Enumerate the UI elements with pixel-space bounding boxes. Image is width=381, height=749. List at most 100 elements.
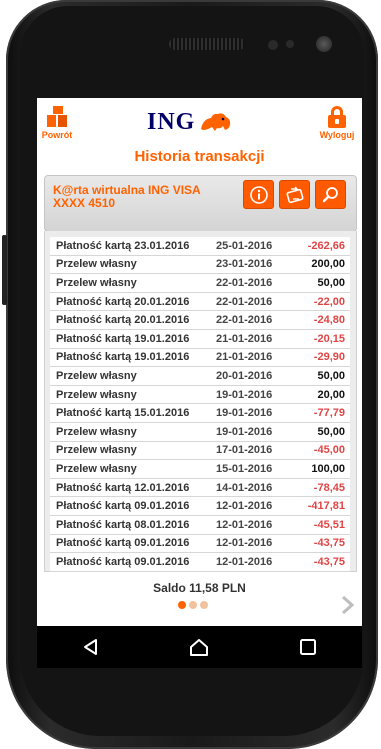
transaction-amount: -45,51 [313,518,345,531]
search-button[interactable] [315,180,346,209]
recents-square-icon [299,639,316,655]
card-name: K@rta wirtualna ING VISA XXXX 4510 [53,184,223,210]
transaction-row[interactable]: Przelew własny 15-01-2016 100,00 [50,460,350,479]
transaction-description: Przelew własny [56,444,137,457]
transaction-description: Płatność kartą 23.01.2016 [56,239,190,252]
transaction-description: Płatność kartą 09.01.2016 [56,555,190,568]
ing-logo: ING [147,108,233,136]
transaction-description: Płatność kartą 19.01.2016 [56,332,190,345]
lock-icon [327,106,347,128]
transaction-amount: 100,00 [311,462,345,475]
card-transfer-button[interactable] [279,180,310,209]
transaction-row[interactable]: Płatność kartą 20.01.2016 22-01-2016 -24,8… [50,311,350,330]
transaction-date: 21-01-2016 [216,351,273,364]
logout-label: Wyloguj [319,130,355,140]
page-dot[interactable] [189,601,197,609]
transaction-row[interactable]: Płatność kartą 19.01.2016 21-01-2016 -20,1… [50,329,350,349]
transaction-description: Płatność kartą 19.01.2016 [56,351,190,364]
page-dot[interactable] [200,601,208,609]
triangle-back-icon [84,639,98,655]
transaction-amount: -262,66 [307,239,345,252]
transaction-amount: -20,15 [313,332,345,345]
transaction-description: Płatność kartą 20.01.2016 [56,295,190,308]
home-icon [190,639,209,656]
transaction-date: 21-01-2016 [216,332,273,345]
page-dot[interactable] [178,601,186,609]
nav-back-button[interactable] [76,632,106,662]
transaction-row[interactable]: Płatność kartą 19.01.2016 21-01-2016 -29,9… [50,348,350,368]
transaction-row[interactable]: Przelew własny 19-01-2016 20,00 [50,385,350,405]
transaction-amount: -22,00 [313,295,345,308]
transactions-container[interactable]: Płatność kartą 23.01.2016 25-01-2016 -262,… [44,231,357,572]
front-camera [316,36,332,52]
transaction-date: 25-01-2016 [216,239,273,252]
transaction-description: Płatność kartą 08.01.2016 [56,518,190,531]
card-panel: K@rta wirtualna ING VISA XXXX 4510 [44,175,357,232]
transaction-amount: 50,00 [317,369,345,382]
proximity-sensor [268,40,278,50]
back-button[interactable]: Powrót [37,106,77,140]
transaction-row[interactable]: Płatność kartą 12.01.2016 14-01-2016 -78,4… [50,478,350,498]
transaction-description: Płatność kartą 09.01.2016 [56,537,190,550]
info-icon [249,185,268,204]
logo-text: ING [147,108,196,135]
logout-button[interactable]: Wyloguj [314,106,360,140]
transaction-row[interactable]: Płatność kartą 20.01.2016 22-01-2016 -22,0… [50,292,350,312]
transaction-row[interactable]: Przelew własny 19-01-2016 50,00 [50,422,350,442]
next-page-chevron-icon[interactable] [341,595,355,615]
transaction-amount: -43,75 [313,537,345,550]
transaction-row[interactable]: Płatność kartą 09.01.2016 12-01-2016 -417,… [50,497,350,516]
page-title: Historia transakcji [134,148,265,165]
transaction-date: 17-01-2016 [216,444,273,457]
lion-icon [201,113,231,131]
transaction-date: 12-01-2016 [216,500,273,513]
transaction-description: Płatność kartą 15.01.2016 [56,407,190,420]
transaction-row[interactable]: Płatność kartą 23.01.2016 25-01-2016 -262,… [50,237,350,256]
transaction-description: Płatność kartą 12.01.2016 [56,481,190,494]
transaction-date: 14-01-2016 [216,481,273,494]
nav-recents-button[interactable] [293,632,323,662]
transaction-date: 15-01-2016 [216,462,273,475]
transaction-amount: -29,90 [313,351,345,364]
transaction-row[interactable]: Przelew własny 22-01-2016 50,00 [50,274,350,293]
transaction-date: 19-01-2016 [216,388,273,401]
transaction-row[interactable]: Płatność kartą 09.01.2016 12-01-2016 -43,7… [50,553,350,572]
android-nav-bar [37,626,362,668]
transaction-date: 12-01-2016 [216,555,273,568]
transaction-amount: 20,00 [317,388,345,401]
transaction-date: 22-01-2016 [216,276,273,289]
transaction-row[interactable]: Płatność kartą 15.01.2016 19-01-2016 -77,7… [50,404,350,423]
transaction-date: 12-01-2016 [216,518,273,531]
volume-button[interactable] [2,235,7,305]
transaction-row[interactable]: Płatność kartą 09.01.2016 12-01-2016 -43,7… [50,534,350,554]
transaction-row[interactable]: Przelew własny 20-01-2016 50,00 [50,367,350,386]
transaction-description: Przelew własny [56,369,137,382]
transaction-description: Przelew własny [56,258,137,271]
transaction-amount: -43,75 [313,555,345,568]
transaction-description: Przelew własny [56,425,137,438]
balance-label: Saldo 11,58 PLN [153,581,246,595]
nav-home-button[interactable] [184,632,214,662]
app-screen: Powrót ING Wyloguj Historia transakcji K… [37,98,362,668]
transaction-description: Przelew własny [56,462,137,475]
transaction-row[interactable]: Płatność kartą 08.01.2016 12-01-2016 -45,5… [50,515,350,535]
transaction-description: Przelew własny [56,388,137,401]
transaction-amount: -78,45 [313,481,345,494]
light-sensor [286,40,294,48]
back-blocks-icon [45,106,69,128]
transaction-row[interactable]: Przelew własny 23-01-2016 200,00 [50,255,350,275]
transaction-date: 22-01-2016 [216,314,273,327]
transaction-date: 23-01-2016 [216,258,273,271]
transaction-amount: -45,00 [313,444,345,457]
page-indicator[interactable] [178,601,208,609]
transaction-row[interactable]: Przelew własny 17-01-2016 -45,00 [50,441,350,461]
transaction-date: 22-01-2016 [216,295,273,308]
speaker-grille [169,38,245,50]
transaction-date: 20-01-2016 [216,369,273,382]
transaction-date: 12-01-2016 [216,537,273,550]
info-button[interactable] [243,180,274,209]
search-icon [322,186,338,202]
transactions-list: Płatność kartą 23.01.2016 25-01-2016 -262,… [50,237,350,572]
app-header: Powrót ING Wyloguj Historia transakcji [37,98,362,168]
transaction-amount: 50,00 [317,425,345,438]
